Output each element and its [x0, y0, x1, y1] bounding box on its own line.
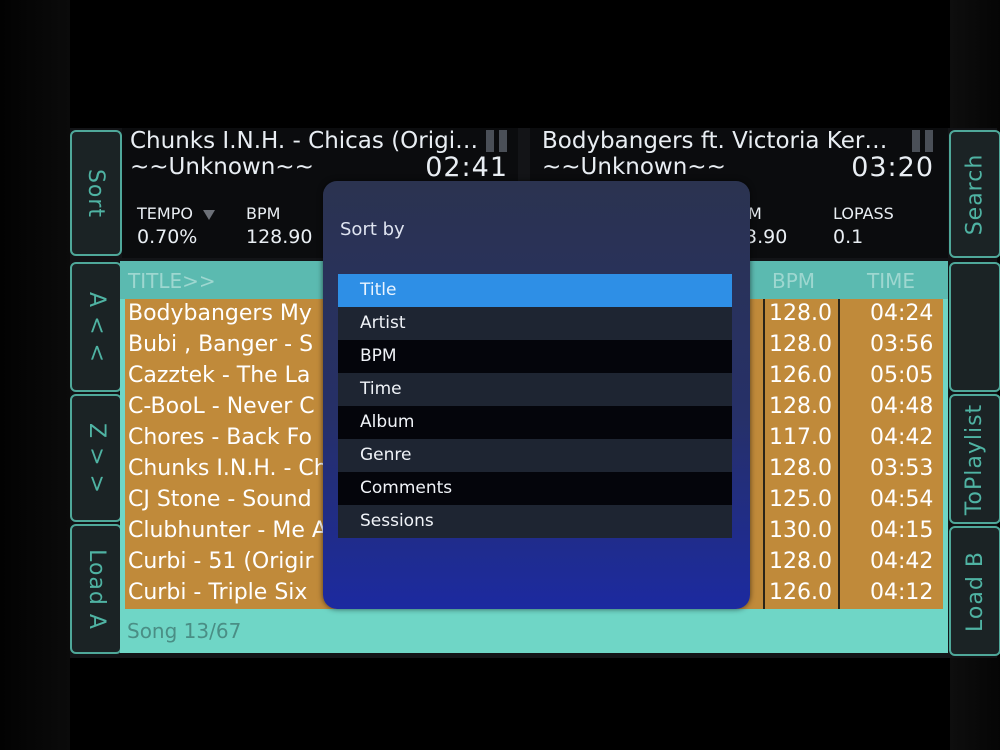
- deck-a-bpm-value: 128.90: [246, 226, 313, 248]
- to-playlist-button[interactable]: ToPlaylist: [949, 394, 1000, 524]
- deck-a-bpm-label: BPM: [246, 204, 281, 223]
- sort-option-sessions[interactable]: Sessions: [338, 505, 732, 538]
- row-title: Curbi - Triple Six: [128, 580, 308, 605]
- row-bpm: 128.0: [769, 549, 832, 574]
- row-title: CJ Stone - Sound: [128, 487, 312, 512]
- column-bpm-header[interactable]: BPM: [772, 269, 815, 293]
- deck-a-title: Chunks I.N.H. - Chicas (Origi…: [130, 128, 479, 154]
- search-button[interactable]: Search: [949, 130, 1000, 258]
- column-time-header[interactable]: TIME: [867, 269, 915, 293]
- row-time: 04:42: [870, 425, 934, 450]
- blank-right-button[interactable]: [949, 262, 1000, 392]
- deck-b-lopass-label: LOPASS: [833, 204, 894, 223]
- deck-a-tempo-label: TEMPO: [137, 204, 215, 223]
- row-time: 04:12: [870, 580, 934, 605]
- row-bpm: 126.0: [769, 580, 832, 605]
- left-bezel: [0, 0, 70, 750]
- row-bpm: 117.0: [769, 425, 832, 450]
- column-title-header[interactable]: TITLE>>: [128, 269, 216, 293]
- deck-a-artist: ~~Unknown~~: [130, 154, 314, 180]
- load-a-button[interactable]: Load A: [70, 524, 122, 654]
- deck-a-pause-icon[interactable]: [486, 130, 510, 152]
- row-time: 05:05: [870, 363, 934, 388]
- deck-b-bpm-label: M: [748, 204, 762, 223]
- row-bpm: 128.0: [769, 394, 832, 419]
- row-bpm: 130.0: [769, 518, 832, 543]
- deck-b-artist: ~~Unknown~~: [542, 154, 726, 180]
- song-counter: Song 13/67: [127, 619, 242, 643]
- sort-options-list: Title Artist BPM Time Album Genre Comments Sess…: [338, 274, 732, 538]
- sort-option-time[interactable]: Time: [338, 373, 732, 406]
- row-title: Cazztek - The La: [128, 363, 311, 388]
- sort-option-genre[interactable]: Genre: [338, 439, 732, 472]
- row-title: Chunks I.N.H. - Ch: [128, 456, 328, 481]
- row-title: Curbi - 51 (Origir: [128, 549, 314, 574]
- sort-dialog: Sort by Title Artist BPM Time Album Genre Comm…: [323, 181, 750, 609]
- tempo-down-icon[interactable]: [202, 209, 215, 220]
- row-time: 03:56: [870, 332, 934, 357]
- row-time: 04:24: [870, 301, 934, 326]
- row-title: Clubhunter - Me A: [128, 518, 327, 543]
- row-bpm: 128.0: [769, 332, 832, 357]
- sort-option-bpm[interactable]: BPM: [338, 340, 732, 373]
- row-time: 04:48: [870, 394, 934, 419]
- row-time: 03:53: [870, 456, 934, 481]
- sort-za-button[interactable]: Z > >: [70, 394, 122, 522]
- deck-b-title: Bodybangers ft. Victoria Ker…: [542, 128, 888, 154]
- sort-dialog-title: Sort by: [340, 219, 405, 240]
- sort-option-comments[interactable]: Comments: [338, 472, 732, 505]
- device-screen: Chunks I.N.H. - Chicas (Origi… ~~Unknown…: [70, 128, 1000, 658]
- sort-option-album[interactable]: Album: [338, 406, 732, 439]
- load-b-button[interactable]: Load B: [949, 526, 1000, 656]
- deck-a-tempo-value: 0.70%: [137, 226, 198, 248]
- row-title: Chores - Back Fo: [128, 425, 312, 450]
- sort-button[interactable]: Sort: [70, 130, 122, 256]
- row-title: Bubi , Banger - S: [128, 332, 314, 357]
- sort-option-title[interactable]: Title: [338, 274, 732, 307]
- row-bpm: 126.0: [769, 363, 832, 388]
- row-bpm: 128.0: [769, 301, 832, 326]
- row-title: C-BooL - Never C: [128, 394, 315, 419]
- deck-a-time: 02:41: [425, 152, 508, 183]
- row-title: Bodybangers My: [128, 301, 312, 326]
- deck-b-time: 03:20: [851, 152, 934, 183]
- deck-b-bpm-value: 3.90: [745, 226, 788, 248]
- sort-option-artist[interactable]: Artist: [338, 307, 732, 340]
- deck-b-pause-icon[interactable]: [912, 130, 936, 152]
- row-time: 04:54: [870, 487, 934, 512]
- row-bpm: 125.0: [769, 487, 832, 512]
- sort-az-button[interactable]: A < <: [70, 262, 122, 392]
- row-bpm: 128.0: [769, 456, 832, 481]
- row-time: 04:15: [870, 518, 934, 543]
- row-time: 04:42: [870, 549, 934, 574]
- deck-b-lopass-value: 0.1: [833, 226, 864, 248]
